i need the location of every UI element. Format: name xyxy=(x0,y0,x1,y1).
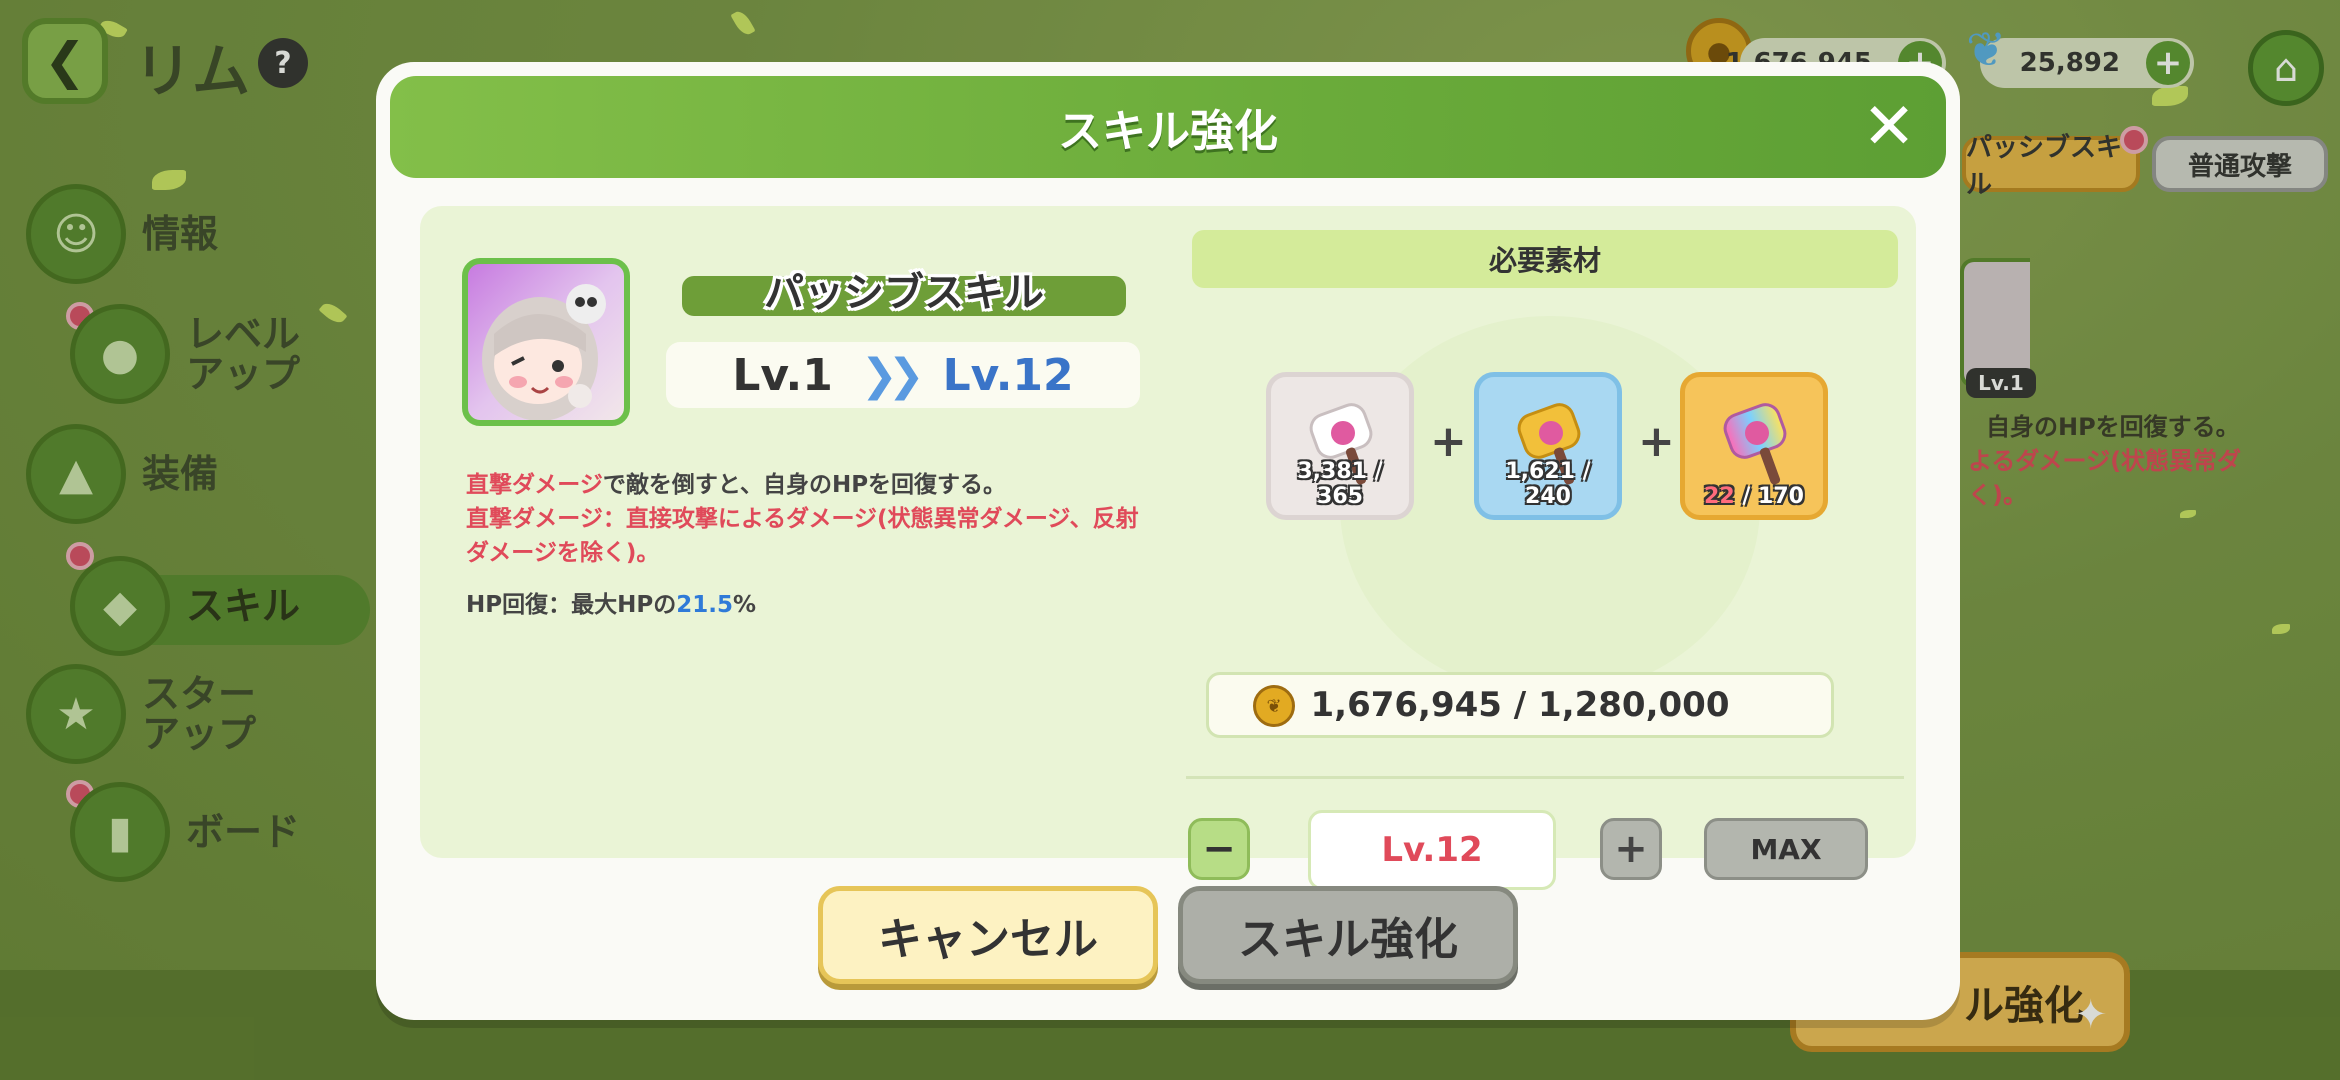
desc-definition: 直撃ダメージ：直接攻撃によるダメージ(状態異常ダメージ、反射ダメージを除く)。 xyxy=(466,506,1139,566)
required-count: 170 xyxy=(1758,484,1804,509)
target-level: Lv.12 xyxy=(942,349,1074,401)
coin-cost-display: ❦ 1,676,945 / 1,280,000 xyxy=(1206,672,1834,738)
desc-line: 直撃ダメージで敵を倒すと、自身のHPを回復する。 xyxy=(466,468,1156,502)
desc-keyword: 直撃ダメージ xyxy=(466,472,603,498)
material-count: 1,621 / 240 xyxy=(1505,459,1591,509)
hp-value: 21.5 xyxy=(676,592,733,618)
required-materials-header: 必要素材 xyxy=(1192,230,1898,288)
rainbow-hammer-icon xyxy=(1723,403,1787,485)
level-change-display: Lv.1 ❯❯ Lv.12 xyxy=(666,342,1140,408)
close-icon[interactable]: ✕ xyxy=(1856,94,1922,160)
skill-character-icon xyxy=(462,258,630,426)
double-chevron-right-icon: ❯❯ xyxy=(860,349,925,401)
current-level: Lv.1 xyxy=(732,349,833,401)
skill-name: パッシブスキル xyxy=(764,270,1044,316)
plus-symbol: + xyxy=(1430,416,1467,467)
hp-prefix: HP回復：最大HPの xyxy=(466,592,677,618)
material-blue-hammer[interactable]: 1,621 / 240 xyxy=(1474,372,1622,520)
increase-level-button[interactable]: + xyxy=(1600,818,1662,880)
material-white-hammer[interactable]: 3,381 / 365 xyxy=(1266,372,1414,520)
owned-count: 3,381 xyxy=(1297,459,1367,484)
dialog-title: スキル強化 xyxy=(1058,106,1278,157)
material-count: 22 / 170 xyxy=(1704,484,1804,509)
desc-text: で敵を倒すと、自身のHPを回復する。 xyxy=(602,472,1007,498)
coin-cost: 1,676,945 / 1,280,000 xyxy=(1310,685,1730,725)
divider xyxy=(1186,776,1904,779)
chibi-character-icon xyxy=(482,284,606,420)
skill-enhance-button[interactable]: スキル強化 xyxy=(1178,886,1518,984)
decrease-level-button[interactable]: − xyxy=(1188,818,1250,880)
owned-count: 1,621 xyxy=(1505,459,1575,484)
material-count: 3,381 / 365 xyxy=(1297,459,1383,509)
dialog-header: スキル強化 ✕ xyxy=(390,76,1946,178)
required-count: 365 xyxy=(1317,484,1363,509)
hp-suffix: % xyxy=(732,592,757,618)
required-count: 240 xyxy=(1525,484,1571,509)
owned-count: 22 xyxy=(1704,484,1735,509)
plus-symbol: + xyxy=(1638,416,1675,467)
dialog-body: パッシブスキル Lv.1 ❯❯ Lv.12 直撃ダメージで敵を倒すと、自身のHP… xyxy=(420,206,1916,890)
cancel-button[interactable]: キャンセル xyxy=(818,886,1158,984)
target-level-field[interactable]: Lv.12 xyxy=(1308,810,1556,890)
hp-recovery-line: HP回復：最大HPの21.5% xyxy=(466,588,1156,622)
max-level-button[interactable]: MAX xyxy=(1704,818,1868,880)
skill-enhance-dialog: スキル強化 ✕ パッシブスキル Lv.1 ❯❯ Lv.12 直撃ダメージで敵を倒… xyxy=(376,62,1960,1020)
skill-description: 直撃ダメージで敵を倒すと、自身のHPを回復する。 直撃ダメージ：直接攻撃によるダ… xyxy=(466,468,1156,622)
coin-icon: ❦ xyxy=(1253,685,1295,727)
material-rainbow-hammer[interactable]: 22 / 170 xyxy=(1680,372,1828,520)
